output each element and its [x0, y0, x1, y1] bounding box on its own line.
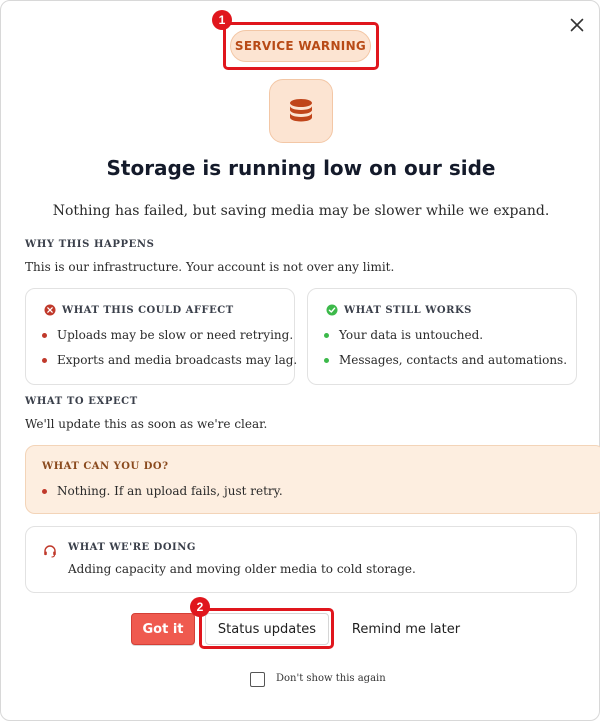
list-item: Uploads may be slow or need retrying.: [42, 328, 293, 342]
still-works-card-heading: WHAT STILL WORKS: [344, 304, 472, 316]
headset-icon: [44, 545, 56, 558]
annotation-badge-2: 2: [190, 597, 210, 617]
annotation-badge-1: 1: [212, 10, 232, 30]
list-item-text: Exports and media broadcasts may lag.: [57, 353, 298, 367]
list-item-text: Nothing. If an upload fails, just retry.: [57, 484, 283, 498]
database-icon: [269, 79, 333, 143]
what-were-doing-heading: WHAT WE'RE DOING: [68, 542, 196, 553]
annotation-box-1: [223, 22, 379, 70]
still-works-card: WHAT STILL WORKS Your data is untouched.…: [307, 288, 577, 385]
why-section-label: WHY THIS HAPPENS: [25, 239, 155, 250]
list-item-text: Messages, contacts and automations.: [339, 353, 568, 367]
bullet-dot: [324, 357, 329, 363]
dialog-title: Storage is running low on our side: [106, 156, 496, 180]
dont-show-again-label[interactable]: Don't show this again: [276, 673, 386, 684]
affect-card: WHAT THIS COULD AFFECT Uploads may be sl…: [25, 288, 297, 385]
bullet-dot: [42, 332, 47, 338]
service-warning-modal: SERVICE WARNING Storage is running low o…: [0, 0, 600, 721]
list-item-text: Uploads may be slow or need retrying.: [57, 328, 294, 342]
expect-text: We'll update this as soon as we're clear…: [25, 417, 268, 431]
bullet-dot: [42, 357, 47, 363]
check-circle-icon: [326, 304, 338, 316]
what-were-doing-text: Adding capacity and moving older media t…: [68, 562, 416, 576]
bullet-dot: [42, 488, 47, 494]
remind-me-later-button[interactable]: Remind me later: [341, 613, 471, 645]
what-were-doing-card: WHAT WE'RE DOING Adding capacity and mov…: [25, 526, 577, 593]
expect-section-label: WHAT TO EXPECT: [25, 396, 138, 407]
dont-show-again-checkbox[interactable]: [250, 672, 265, 687]
affect-card-heading: WHAT THIS COULD AFFECT: [62, 304, 234, 316]
list-item: Messages, contacts and automations.: [324, 353, 567, 367]
annotation-box-2: [199, 608, 334, 649]
list-item: Nothing. If an upload fails, just retry.: [42, 484, 283, 498]
close-button[interactable]: [567, 15, 587, 35]
what-can-you-do-callout: WHAT CAN YOU DO? Nothing. If an upload f…: [25, 445, 600, 514]
bullet-dot: [324, 332, 329, 338]
close-icon: [570, 18, 584, 32]
what-can-you-do-heading: WHAT CAN YOU DO?: [42, 461, 169, 472]
dialog-subtitle: Nothing has failed, but saving media may…: [52, 203, 550, 219]
x-circle-icon: [44, 304, 56, 316]
list-item: Exports and media broadcasts may lag.: [42, 353, 297, 367]
got-it-button[interactable]: Got it: [131, 613, 195, 645]
why-text: This is our infrastructure. Your account…: [25, 260, 395, 274]
list-item: Your data is untouched.: [324, 328, 483, 342]
list-item-text: Your data is untouched.: [339, 328, 484, 342]
